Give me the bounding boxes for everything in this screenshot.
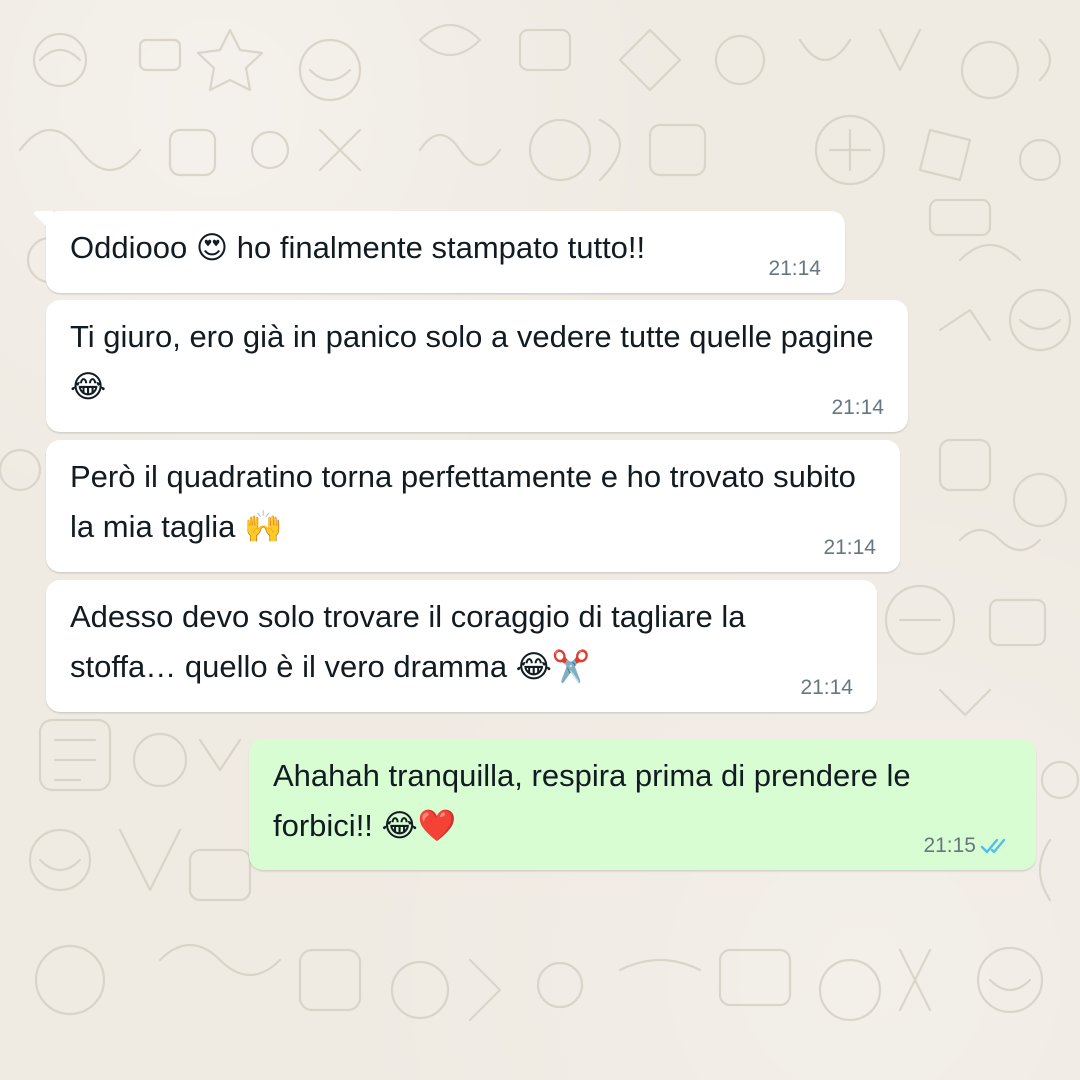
message-time: 21:15 (923, 834, 976, 857)
incoming-message[interactable]: Oddiooo 😍 ho finalmente stampato tutto!!… (33, 211, 845, 293)
message-meta: 21:14 (823, 536, 876, 560)
message-time: 21:14 (800, 676, 853, 699)
message-time: 21:14 (768, 257, 821, 280)
message-meta: 21:14 (800, 676, 853, 700)
message-meta: 21:14 (831, 396, 884, 420)
message-meta: 21:14 (768, 257, 821, 281)
incoming-message[interactable]: Ti giuro, ero già in panico solo a veder… (46, 300, 908, 432)
message-text: Ti giuro, ero già in panico solo a veder… (70, 319, 874, 404)
message-meta: 21:15 (923, 834, 1012, 858)
outgoing-message[interactable]: Ahahah tranquilla, respira prima di pren… (249, 739, 1036, 870)
incoming-message[interactable]: Però il quadratino torna perfettamente e… (46, 440, 900, 572)
bubble-tail (33, 211, 53, 233)
message-time: 21:14 (823, 536, 876, 559)
incoming-message[interactable]: Adesso devo solo trovare il coraggio di … (46, 580, 877, 712)
message-time: 21:14 (831, 396, 884, 419)
chat-conversation: Oddiooo 😍 ho finalmente stampato tutto!!… (0, 0, 1080, 1080)
message-text: Ahahah tranquilla, respira prima di pren… (273, 758, 911, 843)
message-text: Oddiooo 😍 ho finalmente stampato tutto!! (70, 230, 646, 265)
double-check-read-icon (980, 838, 1006, 854)
message-text: Adesso devo solo trovare il coraggio di … (70, 599, 746, 684)
message-text: Però il quadratino torna perfettamente e… (70, 459, 856, 544)
